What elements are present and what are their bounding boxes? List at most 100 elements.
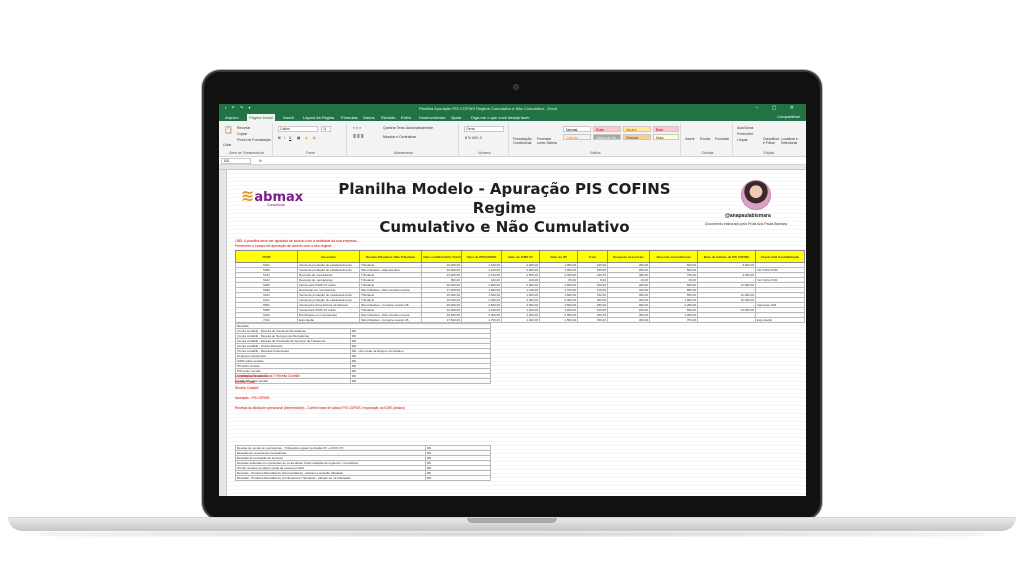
style-neutra[interactable]: Neutra xyxy=(623,126,651,132)
column-header[interactable]: Descrição xyxy=(297,250,360,263)
table-cell[interactable]: 7101 xyxy=(235,317,298,323)
note-line: Preencher o campo de apuração de acordo … xyxy=(235,243,333,248)
table-cell[interactable]: 17.500,00 xyxy=(421,317,462,323)
sheet-title: Planilha Modelo - Apuração PIS COFINS Re… xyxy=(317,180,692,237)
align-icons[interactable]: ≡ ≡ ≡ xyxy=(353,126,361,130)
table-cell[interactable]: Exportação xyxy=(755,317,805,323)
wrap-text-button[interactable]: Quebrar Texto Automaticamente xyxy=(383,126,433,130)
tab-arquivo[interactable]: Arquivo xyxy=(223,114,241,121)
table-cell[interactable]: 150,00 xyxy=(577,317,608,323)
tab-exibir[interactable]: Exibir xyxy=(399,114,413,121)
window-title: Planilha Apuração PIS COFINS Regime Cumu… xyxy=(419,106,558,111)
style-celula[interactable]: Célula de Ve... xyxy=(593,134,621,140)
column-header[interactable]: Frete xyxy=(577,250,608,263)
tab-inserir[interactable]: Inserir xyxy=(281,114,296,121)
style-entrada[interactable]: Entrada xyxy=(623,134,651,140)
borders-icon[interactable]: ▦ xyxy=(297,136,300,140)
conditional-format-button[interactable]: Formatação Condicional xyxy=(513,137,535,145)
table-cell[interactable]: R$ xyxy=(425,475,491,481)
table-cell[interactable]: 1.750,00 xyxy=(461,317,502,323)
table-cell[interactable]: Não tributável - Compõe receita 1/8 xyxy=(359,317,422,323)
find-select-button[interactable]: Localizar e Selecionar xyxy=(781,137,801,145)
fx-icon[interactable]: fx xyxy=(259,158,262,163)
group-alignment: ≡ ≡ ≡ ≣ ≣ ≣ Quebrar Texto Automaticament… xyxy=(349,123,459,156)
group-label-number: Número xyxy=(478,151,491,155)
format-cells-button[interactable]: Formatar xyxy=(715,137,729,141)
bold-icon[interactable]: N xyxy=(278,136,281,140)
table-cell[interactable]: Venda de produção do estabelecimento xyxy=(297,267,360,273)
table-cell[interactable]: Venda de produção do estabelecimento xyxy=(297,262,360,268)
tab-desenvolvedor[interactable]: Desenvolvedor xyxy=(417,114,448,121)
merge-center-button[interactable]: Mesclar e Centralizar xyxy=(383,135,416,139)
style-calculo[interactable]: Cálculo xyxy=(563,134,591,140)
group-label-clipboard: Área de Transferência xyxy=(229,151,264,155)
cut-button[interactable]: Recortar xyxy=(237,126,250,130)
fill-button[interactable]: Preencher xyxy=(737,132,753,136)
style-bom[interactable]: Bom xyxy=(653,126,679,132)
tab-dados[interactable]: Dados xyxy=(361,114,377,121)
tab-revisao[interactable]: Revisão xyxy=(379,114,397,121)
format-as-table-button[interactable]: Formatar como Tabela xyxy=(537,137,559,145)
tab-ajuda[interactable]: Ajuda xyxy=(449,114,463,121)
column-header[interactable]: CFOP xyxy=(235,250,298,263)
worksheet[interactable]: ≋abmax Consultoria Planilha Modelo - Apu… xyxy=(227,170,806,496)
column-header[interactable]: Valor contábil (Valor Total NF) xyxy=(421,250,462,263)
underline-icon[interactable]: S xyxy=(289,136,291,140)
webcam xyxy=(513,84,519,90)
laptop-screen: ▪ ↶ ↷ ▾ Planilha Apuração PIS COFINS Reg… xyxy=(219,104,806,496)
window-controls[interactable]: – ▢ ✕ xyxy=(756,105,800,111)
tell-me-search[interactable]: Diga-me o que você deseja fazer xyxy=(469,114,532,121)
paste-icon[interactable]: 📋 xyxy=(224,126,233,134)
style-ruim[interactable]: Ruim xyxy=(593,126,621,132)
tab-formulas[interactable]: Fórmulas xyxy=(339,114,360,121)
column-header[interactable]: Valor do ICMS ST xyxy=(501,250,540,263)
paste-label[interactable]: Colar xyxy=(223,143,231,147)
column-header[interactable]: Valor do IPI xyxy=(539,250,578,263)
sort-filter-button[interactable]: Classificar e Filtrar xyxy=(763,137,781,145)
laptop-mockup: ▪ ↶ ↷ ▾ Planilha Apuração PIS COFINS Reg… xyxy=(0,0,1024,585)
name-box[interactable]: I10 xyxy=(221,158,251,164)
insert-cells-button[interactable]: Inserir xyxy=(685,137,695,141)
tab-layout[interactable]: Layout da Página xyxy=(301,114,336,121)
table-cell[interactable]: 300,00 xyxy=(607,317,650,323)
autosum-button[interactable]: AutoSoma xyxy=(737,126,753,130)
column-header[interactable]: Despesas Acessórias xyxy=(607,250,650,263)
column-header[interactable]: Desconto Incondicional xyxy=(649,250,698,263)
table-cell[interactable]: R$ xyxy=(349,378,492,384)
font-name-select[interactable]: Calibri xyxy=(278,126,318,132)
align-h-icons[interactable]: ≣ ≣ ≣ xyxy=(353,135,364,139)
share-button[interactable]: Compartilhar xyxy=(777,114,800,119)
font-size-select[interactable]: 11 xyxy=(321,126,331,132)
table-cell[interactable]: Venda de produção do estabelecimento xyxy=(297,297,360,303)
table-cell[interactable]: 1.500,00 xyxy=(539,317,578,323)
table-header-row: CFOP Descrição Receita Tributável / Não Tr… xyxy=(235,250,805,263)
table-cell[interactable]: Receitas - Produtos Monofásicos (combust… xyxy=(235,475,426,481)
detalhe-receitas-table: Receita de venda de mercadorias - Tribut… xyxy=(235,445,491,481)
ribbon: 📋 Colar Recortar Copiar Pincel de Format… xyxy=(219,121,806,157)
number-format-select[interactable]: Geral xyxy=(464,126,504,132)
table-cell[interactable]: 1.400,00 xyxy=(501,317,540,323)
italic-icon[interactable]: I xyxy=(284,136,285,140)
group-label-alignment: Alinhamento xyxy=(393,151,414,155)
clear-button[interactable]: Limpar xyxy=(737,138,748,142)
fill-color-icon[interactable]: ◆ xyxy=(305,136,308,140)
number-format-icons[interactable]: $ % 000 ,0 xyxy=(465,136,482,140)
table-cell[interactable]: Venda de produção do estabelecimento xyxy=(297,292,360,298)
format-painter-button[interactable]: Pincel de Formatação xyxy=(237,138,271,142)
table-cell[interactable]: - xyxy=(697,317,756,323)
style-nota[interactable]: Nota xyxy=(653,134,679,140)
delete-cells-button[interactable]: Excluir xyxy=(700,137,711,141)
row-headers xyxy=(219,170,227,496)
column-header[interactable]: Receita Tributável / Não Tributável xyxy=(359,250,422,263)
column-header[interactable]: Base de Cálculo de PIS COFINS xyxy=(697,250,756,263)
table-cell[interactable]: Exportação xyxy=(297,317,360,323)
copy-button[interactable]: Copiar xyxy=(237,132,247,136)
column-header[interactable]: Check Unid Contabilização xyxy=(755,250,805,263)
tab-pagina-inicial[interactable]: Página Inicial xyxy=(247,114,275,121)
logo-subtitle: Consultoria xyxy=(267,203,285,207)
style-normal[interactable]: Normal xyxy=(563,126,591,132)
column-header[interactable]: Valor do PIS/COFINS xyxy=(461,250,502,263)
font-color-icon[interactable]: A xyxy=(313,136,315,140)
quick-access-toolbar[interactable]: ▪ ↶ ↷ ▾ xyxy=(225,105,252,110)
table-cell[interactable]: 750,00 xyxy=(649,317,698,323)
